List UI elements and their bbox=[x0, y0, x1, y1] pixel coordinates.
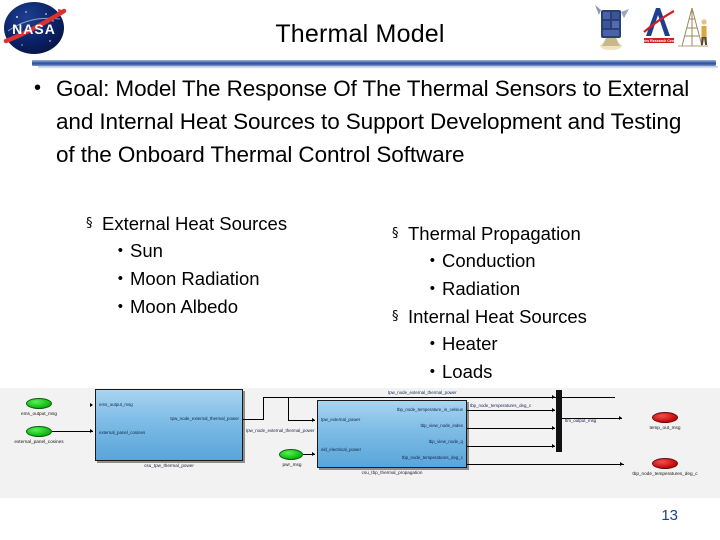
input-port-block[interactable] bbox=[26, 398, 52, 409]
list-item-label: Loads bbox=[442, 361, 493, 382]
list-item-label: Sun bbox=[130, 240, 163, 261]
list-item: • Sun bbox=[108, 237, 386, 265]
bullet-marker: • bbox=[117, 298, 123, 315]
signal-wire bbox=[263, 397, 264, 420]
block-input-label: ems_output_msg bbox=[99, 402, 133, 407]
list-item-label: Thermal Propagation bbox=[408, 223, 581, 244]
block-output-label: tbp_node_temperature_in_celsius bbox=[396, 407, 463, 412]
signal-wire bbox=[263, 397, 615, 398]
block-input-label: external_panel_cosines bbox=[99, 430, 146, 435]
page-title: Thermal Model bbox=[275, 20, 445, 48]
section-marker: § bbox=[392, 309, 399, 324]
wire-arrow bbox=[552, 425, 555, 430]
list-item-label: Radiation bbox=[442, 278, 521, 299]
output-port-block[interactable] bbox=[652, 412, 678, 423]
block-input-label: tpw_external_power bbox=[321, 417, 361, 422]
list-item: • Heater bbox=[420, 330, 712, 358]
section-marker: § bbox=[392, 226, 399, 241]
bullet-marker: • bbox=[429, 363, 435, 380]
signal-wire bbox=[562, 418, 622, 419]
slide: NASA Ames Research Center Thermal Model … bbox=[0, 0, 720, 540]
list-item: • Loads bbox=[420, 358, 712, 386]
signal-wire bbox=[52, 431, 93, 432]
list-item-label: External Heat Sources bbox=[102, 213, 288, 234]
wire-arrow bbox=[552, 394, 555, 399]
input-port-block[interactable] bbox=[26, 426, 52, 437]
list-item-label: Moon Albedo bbox=[130, 296, 239, 317]
list-item: § Internal Heat Sources bbox=[392, 303, 712, 330]
wire-arrow bbox=[552, 407, 555, 412]
block-name-label: csu_tpw_thermal_power bbox=[144, 463, 194, 468]
wire-arrow bbox=[312, 451, 315, 456]
block-input-label: eld_electrical_power bbox=[321, 447, 362, 452]
page-number: 13 bbox=[661, 507, 678, 524]
input-port-label: pwr_msg bbox=[282, 462, 302, 467]
block-output-label: tbp_node_temperatures_deg_c bbox=[401, 455, 463, 460]
section-marker: § bbox=[86, 216, 93, 231]
signal-wire bbox=[467, 428, 555, 429]
signal-wire bbox=[243, 419, 263, 420]
output-port-block[interactable] bbox=[652, 458, 678, 469]
block-csu-tbp-thermal-propagation[interactable]: tpw_external_power eld_electrical_power … bbox=[317, 400, 467, 468]
main-bullet: • Goal: Model The Response Of The Therma… bbox=[34, 72, 694, 171]
signal-label: tpw_node_external_thermal_power bbox=[246, 428, 315, 433]
mux-block[interactable] bbox=[556, 390, 562, 452]
list-item-label: Moon Radiation bbox=[130, 268, 260, 289]
wire-arrow bbox=[552, 443, 555, 448]
input-port-label: external_panel_cosines bbox=[14, 439, 64, 444]
output-port-label: temp_out_msg bbox=[649, 425, 681, 430]
wire-arrow bbox=[90, 428, 93, 433]
simulink-model-diagram: ems_output_msg external_panel_cosines em… bbox=[0, 388, 720, 498]
block-output-label: tbp_view_node_index bbox=[420, 423, 463, 428]
signal-wire bbox=[467, 410, 555, 411]
list-item: • Moon Albedo bbox=[108, 293, 386, 321]
signal-label: tpw_node_external_thermal_power bbox=[388, 390, 457, 395]
slide-body: • Goal: Model The Response Of The Therma… bbox=[0, 70, 720, 386]
input-port-block[interactable] bbox=[279, 449, 303, 460]
bullet-marker: • bbox=[34, 77, 42, 99]
list-item: § External Heat Sources bbox=[86, 210, 386, 237]
signal-wire bbox=[467, 446, 555, 447]
list-item-label: Heater bbox=[442, 333, 498, 354]
wire-arrow bbox=[312, 417, 315, 422]
list-item: • Radiation bbox=[420, 275, 712, 303]
list-item-label: Conduction bbox=[442, 250, 536, 271]
bullet-marker: • bbox=[117, 242, 123, 259]
list-item: § Thermal Propagation bbox=[392, 220, 712, 247]
list-item: • Moon Radiation bbox=[108, 265, 386, 293]
right-sublist: § Thermal Propagation • Conduction • Rad… bbox=[392, 220, 712, 386]
block-csu-tpw-thermal-power[interactable]: ems_output_msg external_panel_cosines tp… bbox=[95, 389, 243, 461]
bullet-marker: • bbox=[117, 270, 123, 287]
input-port-label: ems_output_msg bbox=[21, 411, 57, 416]
wire-arrow bbox=[619, 415, 622, 420]
list-item-label: Internal Heat Sources bbox=[408, 306, 587, 327]
signal-label: tbp_node_temperatures_deg_c bbox=[470, 403, 532, 408]
bullet-marker: • bbox=[429, 252, 435, 269]
header-divider bbox=[0, 58, 720, 69]
bullet-marker: • bbox=[429, 335, 435, 352]
block-output-label: tbp_view_node_q bbox=[428, 439, 463, 444]
wire-arrow bbox=[620, 461, 623, 466]
left-sublist: § External Heat Sources • Sun • Moon Rad… bbox=[86, 210, 386, 321]
signal-wire bbox=[288, 420, 315, 421]
list-item: • Conduction bbox=[420, 247, 712, 275]
block-output-label: tpw_node_external_thermal_power bbox=[170, 416, 239, 421]
signal-wire bbox=[288, 397, 289, 420]
bullet-marker: • bbox=[429, 280, 435, 297]
wire-arrow bbox=[90, 402, 93, 407]
output-port-label: tbp_node_temperatures_deg_c bbox=[632, 471, 698, 476]
block-name-label: csu_tbp_thermal_propagation bbox=[361, 470, 423, 475]
signal-wire bbox=[467, 464, 624, 465]
main-bullet-text: Goal: Model The Response Of The Thermal … bbox=[56, 76, 690, 167]
